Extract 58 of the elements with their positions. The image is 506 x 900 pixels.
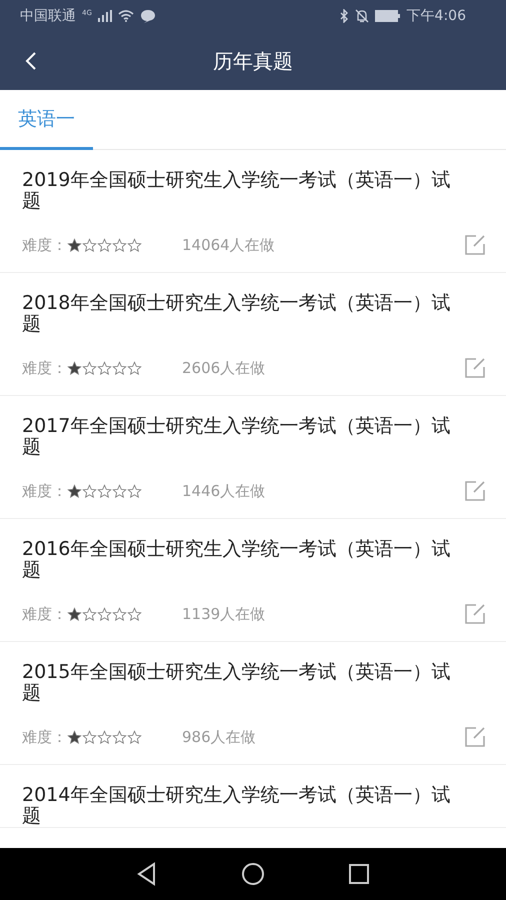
- paper-item[interactable]: 2014年全国硕士研究生入学统一考试（英语一）试题: [0, 765, 506, 828]
- participant-count: 986人在做: [182, 728, 257, 746]
- participant-count: 2606人在做: [182, 358, 266, 378]
- empty-star-icon: [97, 238, 112, 252]
- edit-icon[interactable]: [464, 603, 486, 625]
- bluetooth-icon: [338, 9, 349, 23]
- filled-star-icon: [67, 606, 82, 622]
- empty-star-icon: [97, 606, 112, 622]
- empty-star-icon: [97, 360, 112, 376]
- empty-star-icon: [97, 730, 112, 744]
- wifi-icon: [118, 10, 134, 22]
- participant-count: 14064人在做: [182, 236, 276, 254]
- empty-star-icon: [112, 484, 127, 498]
- difficulty-label: 难度：: [22, 236, 67, 254]
- difficulty-label: 难度：: [22, 728, 67, 746]
- paper-title: 2019年全国硕士研究生入学统一考试（英语一）试题: [22, 170, 452, 212]
- difficulty-label: 难度：: [22, 358, 67, 378]
- carrier-name: 中国联通: [20, 7, 76, 25]
- home-circle-icon[interactable]: [240, 861, 266, 887]
- battery-icon: [374, 10, 401, 22]
- paper-item[interactable]: 2016年全国硕士研究生入学统一考试（英语一）试题 难度： 1139人在做: [0, 519, 506, 642]
- empty-star-icon: [127, 484, 142, 498]
- empty-star-icon: [127, 606, 142, 622]
- paper-item[interactable]: 2015年全国硕士研究生入学统一考试（英语一）试题 难度： 986人在做: [0, 642, 506, 765]
- paper-title: 2017年全国硕士研究生入学统一考试（英语一）试题: [22, 416, 452, 458]
- filled-star-icon: [67, 484, 82, 498]
- empty-star-icon: [112, 606, 127, 622]
- difficulty-label: 难度：: [22, 604, 67, 624]
- empty-star-icon: [97, 484, 112, 498]
- edit-icon[interactable]: [464, 234, 486, 256]
- status-time: 下午4:06: [406, 7, 466, 25]
- recents-square-icon[interactable]: [346, 861, 372, 887]
- empty-star-icon: [127, 238, 142, 252]
- participant-count: 1446人在做: [182, 482, 266, 500]
- muted-bell-icon: [354, 9, 369, 23]
- empty-star-icon: [127, 360, 142, 376]
- chat-bubble-icon: [140, 9, 156, 23]
- page-title: 历年真题: [213, 48, 293, 74]
- filled-star-icon: [67, 238, 82, 252]
- edit-icon[interactable]: [464, 726, 486, 748]
- paper-title: 2018年全国硕士研究生入学统一考试（英语一）试题: [22, 293, 452, 335]
- paper-title: 2014年全国硕士研究生入学统一考试（英语一）试题: [22, 785, 452, 827]
- edit-icon[interactable]: [464, 357, 486, 379]
- paper-item[interactable]: 2018年全国硕士研究生入学统一考试（英语一）试题 难度： 2606人在做: [0, 273, 506, 396]
- paper-title: 2016年全国硕士研究生入学统一考试（英语一）试题: [22, 539, 452, 581]
- signal-icon: [98, 10, 112, 22]
- empty-star-icon: [127, 730, 142, 744]
- empty-star-icon: [112, 360, 127, 376]
- empty-star-icon: [112, 238, 127, 252]
- participant-count: 1139人在做: [182, 604, 266, 624]
- paper-item[interactable]: 2019年全国硕士研究生入学统一考试（英语一）试题 难度： 14064人在做: [0, 150, 506, 273]
- empty-star-icon: [112, 730, 127, 744]
- paper-title: 2015年全国硕士研究生入学统一考试（英语一）试题: [22, 662, 452, 704]
- difficulty-label: 难度：: [22, 482, 67, 500]
- filled-star-icon: [67, 730, 82, 744]
- edit-icon[interactable]: [464, 480, 486, 502]
- filled-star-icon: [67, 360, 82, 376]
- paper-item[interactable]: 2017年全国硕士研究生入学统一考试（英语一）试题 难度： 1446人在做: [0, 396, 506, 519]
